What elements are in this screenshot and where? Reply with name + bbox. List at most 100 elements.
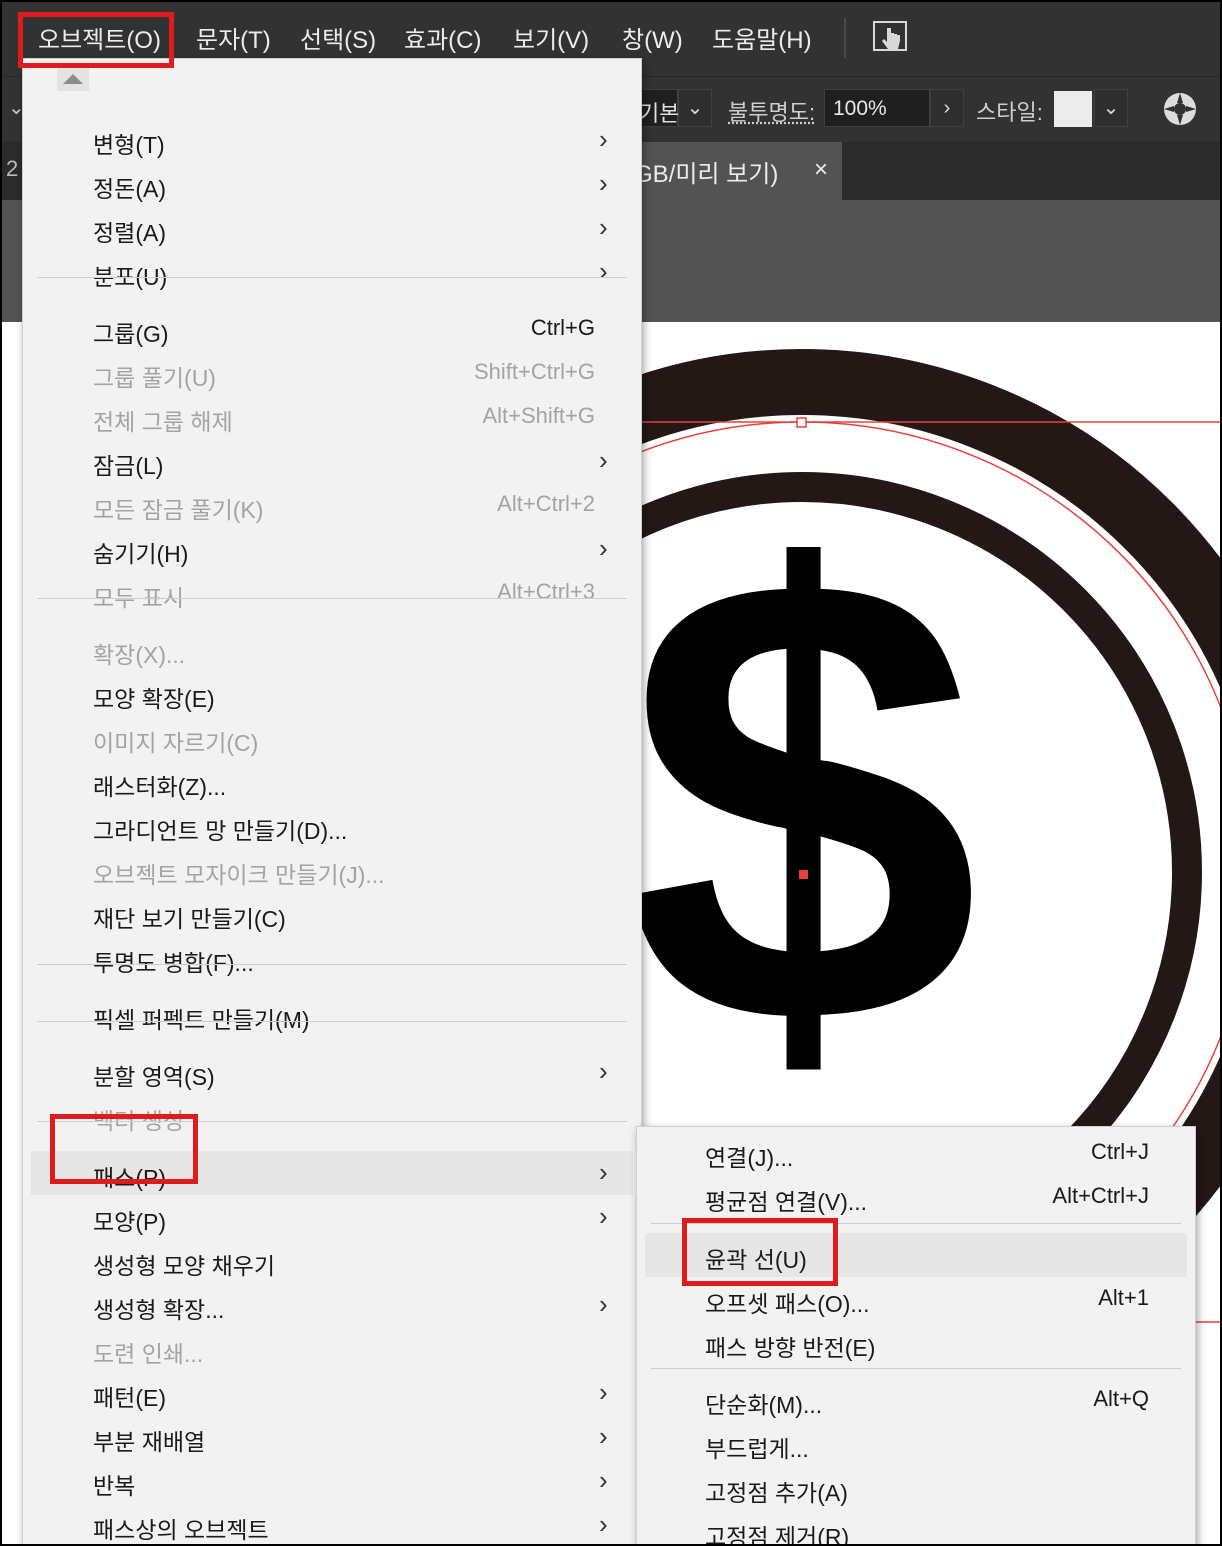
menu-item-label: 패턴(E) (93, 1385, 166, 1411)
submenu-item-연결[interactable]: 연결(J)... Ctrl+J (637, 1131, 1195, 1175)
menu-item-shortcut: Alt+Shift+G (482, 403, 595, 428)
menu-separator (844, 18, 846, 58)
menu-item-label: 그룹 풀기(U) (93, 365, 216, 391)
annotation-box-outline-stroke (682, 1218, 838, 1286)
submenu-item-고정점-추가[interactable]: 고정점 추가(A) (637, 1466, 1195, 1510)
chevron-down-icon[interactable]: ⌄ (1094, 89, 1128, 127)
menu-item-숨기기[interactable]: 숨기기(H) › (23, 527, 641, 571)
menu-item-모양-확장[interactable]: 모양 확장(E) (23, 672, 641, 716)
menu-item-그라디언트-망-만들기[interactable]: 그라디언트 망 만들기(D)... (23, 804, 641, 848)
basic-dropdown-value: 기본 (639, 101, 680, 126)
chevron-right-icon[interactable]: › (930, 89, 964, 127)
menu-item-이미지-자르기: 이미지 자르기(C) (23, 716, 641, 760)
menu-item-래스터화[interactable]: 래스터화(Z)... (23, 760, 641, 804)
menu-item-label: 변형(T) (93, 132, 165, 158)
menu-item-label: 전체 그룹 해제 (93, 409, 233, 435)
chevron-right-icon: › (599, 1421, 608, 1451)
menu-item-label: 분할 영역(S) (93, 1064, 215, 1090)
menu-help[interactable]: 도움말(H) (712, 20, 812, 55)
menu-item-패스상의-오브젝트[interactable]: 패스상의 오브젝트 › (23, 1503, 641, 1544)
menu-item-투명도-병합[interactable]: 투명도 병합(F)... (23, 936, 641, 980)
chevron-right-icon: › (599, 445, 608, 475)
menu-item-label: 이미지 자르기(C) (93, 730, 259, 756)
menu-item-반복[interactable]: 반복 › (23, 1459, 641, 1503)
menu-item-정렬[interactable]: 정렬(A) › (23, 206, 641, 250)
menu-item-label: 도련 인쇄... (93, 1341, 204, 1367)
menu-item-생성형-확장[interactable]: 생성형 확장... › (23, 1283, 641, 1327)
submenu-item-평균점-연결[interactable]: 평균점 연결(V)... Alt+Ctrl+J (637, 1175, 1195, 1219)
menu-item-변형[interactable]: 변형(T) › (23, 118, 641, 162)
submenu-item-label: 연결(J)... (705, 1145, 794, 1171)
menu-item-픽셀-퍼펙트-만들기[interactable]: 픽셀 퍼펙트 만들기(M) (23, 993, 641, 1037)
submenu-item-shortcut: Alt+Q (1093, 1386, 1149, 1411)
submenu-item-고정점-제거[interactable]: 고정점 제거(R) (637, 1510, 1195, 1544)
recolor-artwork-icon[interactable] (1162, 91, 1198, 127)
touch-workspace-icon[interactable] (872, 20, 908, 54)
menu-item-label: 모양 확장(E) (93, 686, 215, 712)
menu-select[interactable]: 선택(S) (300, 20, 376, 55)
chevron-right-icon: › (599, 1201, 608, 1231)
chevron-right-icon: › (599, 1377, 608, 1407)
submenu-item-label: 고정점 제거(R) (705, 1524, 850, 1544)
menu-item-부분-재배열[interactable]: 부분 재배열 › (23, 1415, 641, 1459)
menu-item-오브젝트-모자이크-만들기: 오브젝트 모자이크 만들기(J)... (23, 848, 641, 892)
menu-item-모양[interactable]: 모양(P) › (23, 1195, 641, 1239)
submenu-item-label: 부드럽게... (705, 1436, 809, 1462)
chevron-right-icon: › (599, 533, 608, 563)
menu-item-재단-보기-만들기[interactable]: 재단 보기 만들기(C) (23, 892, 641, 936)
menu-item-label: 투명도 병합(F)... (93, 950, 254, 976)
menu-item-잠금[interactable]: 잠금(L) › (23, 439, 641, 483)
chevron-right-icon: › (599, 1157, 608, 1187)
menu-effect[interactable]: 효과(C) (404, 20, 481, 55)
annotation-box-path (50, 1114, 198, 1184)
menu-item-label: 잠금(L) (93, 453, 164, 479)
style-swatch[interactable] (1054, 91, 1092, 127)
submenu-item-패스-방향-반전[interactable]: 패스 방향 반전(E) (637, 1321, 1195, 1365)
submenu-item-부드럽게[interactable]: 부드럽게... (637, 1422, 1195, 1466)
object-menu: 변형(T) › 정돈(A) › 정렬(A) › 분포(U) › 그룹(G) Ctrl+G 그룹 풀기… (22, 58, 642, 1544)
annotation-box-object-menu (18, 12, 174, 68)
scroll-up-button[interactable] (57, 67, 89, 91)
submenu-item-label: 평균점 연결(V)... (705, 1189, 868, 1215)
menu-item-전체-그룹-해제: 전체 그룹 해제 Alt+Shift+G (23, 395, 641, 439)
opacity-label[interactable]: 불투명도: (728, 95, 815, 127)
chevron-up-icon (63, 74, 83, 84)
partial-tab-label: 2 (6, 156, 19, 181)
menu-item-label: 오브젝트 모자이크 만들기(J)... (93, 862, 385, 888)
menu-item-label: 정렬(A) (93, 220, 166, 246)
path-submenu: 연결(J)... Ctrl+J 평균점 연결(V)... Alt+Ctrl+J 윤곽 선… (636, 1126, 1196, 1544)
center-point (799, 870, 808, 879)
chevron-down-icon[interactable]: ⌄ (678, 89, 712, 127)
menu-item-그룹[interactable]: 그룹(G) Ctrl+G (23, 307, 641, 351)
menu-item-패턴[interactable]: 패턴(E) › (23, 1371, 641, 1415)
submenu-item-label: 패스 방향 반전(E) (705, 1335, 876, 1361)
menu-view[interactable]: 보기(V) (513, 20, 589, 55)
chevron-right-icon: › (599, 1465, 608, 1495)
menu-item-shortcut: Shift+Ctrl+G (473, 359, 595, 384)
menu-window[interactable]: 창(W) (622, 20, 683, 55)
chevron-right-icon: › (599, 1056, 608, 1086)
submenu-item-label: 단순화(M)... (705, 1392, 823, 1418)
menu-item-label: 모든 잠금 풀기(K) (93, 497, 264, 523)
submenu-item-label: 오프셋 패스(O)... (705, 1291, 870, 1317)
submenu-item-단순화[interactable]: 단순화(M)... Alt+Q (637, 1378, 1195, 1422)
menu-item-label: 정돈(A) (93, 176, 166, 202)
menu-item-분할-영역[interactable]: 분할 영역(S) › (23, 1050, 641, 1094)
document-tab-title: GB/미리 보기) (634, 161, 779, 188)
dollar-symbol: $ (624, 443, 980, 1158)
style-label: 스타일: (976, 100, 1043, 125)
close-icon[interactable]: × (814, 156, 828, 184)
opacity-value: 100% (833, 97, 887, 120)
chevron-right-icon: › (599, 168, 608, 198)
anchor-point (796, 417, 807, 428)
menu-item-분포[interactable]: 분포(U) › (23, 250, 641, 294)
menu-type[interactable]: 문자(T) (196, 20, 271, 55)
menu-item-정돈[interactable]: 정돈(A) › (23, 162, 641, 206)
menu-item-label: 확장(X)... (93, 642, 186, 668)
opacity-field[interactable]: 100% (824, 89, 930, 127)
menu-item-label: 생성형 확장... (93, 1297, 225, 1323)
menu-item-shortcut: Alt+Ctrl+3 (497, 579, 595, 604)
menu-item-생성형-모양-채우기[interactable]: 생성형 모양 채우기 (23, 1239, 641, 1283)
submenu-item-shortcut: Ctrl+J (1090, 1139, 1149, 1164)
menu-item-label: 래스터화(Z)... (93, 774, 227, 800)
